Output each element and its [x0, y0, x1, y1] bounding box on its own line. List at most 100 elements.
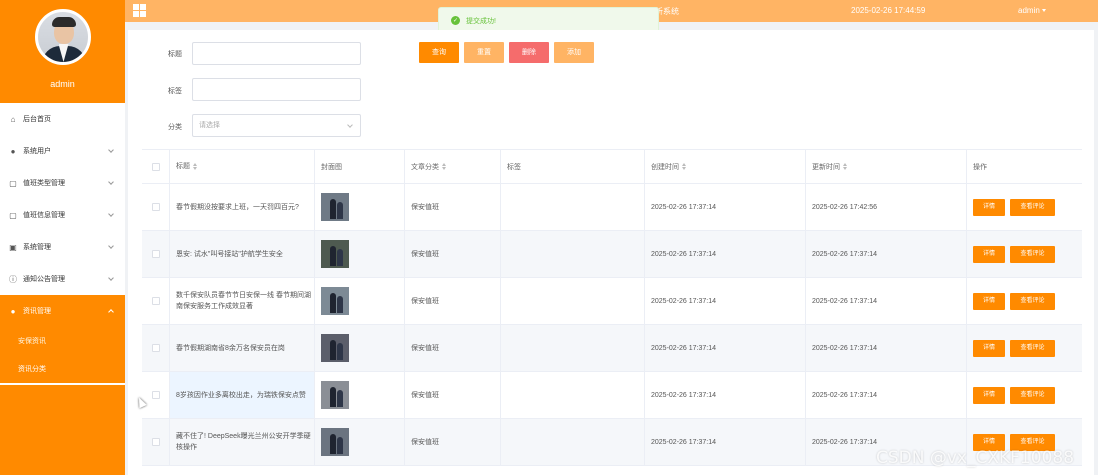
- row-title: 8岁孩因作业多离校出走，为瑞铁保安点赞: [170, 372, 315, 418]
- cover-image[interactable]: [321, 428, 349, 456]
- sidebar-item-system[interactable]: ▣ 系统管理: [0, 231, 125, 263]
- reset-button[interactable]: 重置: [464, 42, 504, 63]
- row-actions: 详情 查看评论: [967, 184, 1082, 230]
- sidebar-item-system-users[interactable]: ● 系统用户: [0, 135, 125, 167]
- cover-image[interactable]: [321, 381, 349, 409]
- row-created-time: 2025-02-26 17:37:14: [645, 372, 806, 418]
- detail-button[interactable]: 详情: [973, 339, 1005, 357]
- grid-menu-icon[interactable]: [133, 4, 146, 17]
- table-row[interactable]: 春节假期没按要求上班，一天罚四百元? 保安值班 2025-02-26 17:37:1…: [142, 184, 1082, 231]
- sidebar-item-home[interactable]: ⌂ 后台首页: [0, 103, 125, 135]
- column-title-text: 更新时间: [812, 163, 840, 171]
- avatar[interactable]: [34, 9, 91, 65]
- row-category: 保安值班: [405, 419, 501, 465]
- row-checkbox[interactable]: [151, 344, 160, 352]
- add-button[interactable]: 添加: [554, 42, 594, 63]
- news-table: 标题 封面图 文章分类 标签 创建时间 更新时间 操作 春节假期没按要求上班，一…: [142, 149, 1082, 466]
- calendar-icon: ▢: [9, 178, 17, 188]
- sidebar-item-label: 资讯管理: [23, 308, 51, 315]
- column-title-text: 标题: [176, 163, 190, 170]
- profile-panel: admin: [0, 9, 125, 109]
- sort-icon[interactable]: [442, 163, 446, 170]
- row-category: 保安值班: [405, 325, 501, 371]
- column-title-text: 封面图: [321, 163, 342, 171]
- row-actions: 详情 查看评论: [967, 325, 1082, 371]
- row-cover-cell: [315, 278, 405, 324]
- title-input[interactable]: [192, 42, 361, 65]
- row-updated-time: 2025-02-26 17:37:14: [806, 325, 967, 371]
- user-name: admin: [1018, 6, 1040, 15]
- row-updated-time: 2025-02-26 17:42:56: [806, 184, 967, 230]
- sort-icon[interactable]: [682, 163, 686, 170]
- view-comments-button[interactable]: 查看评论: [1010, 386, 1055, 404]
- column-header-updated[interactable]: 更新时间: [806, 150, 967, 183]
- sidebar-item-notice[interactable]: ⓘ 通知公告管理: [0, 263, 125, 295]
- column-header-cover: 封面图: [315, 150, 405, 183]
- cover-image[interactable]: [321, 193, 349, 221]
- view-comments-button[interactable]: 查看评论: [1010, 339, 1055, 357]
- row-checkbox[interactable]: [151, 438, 160, 446]
- row-tag: [501, 419, 645, 465]
- select-all-checkbox[interactable]: [151, 162, 160, 171]
- table-row[interactable]: 数千保安队员春节节日安保一线 春节期间湖南保安服务工作成效显著 保安值班 2025-…: [142, 278, 1082, 325]
- column-title-text: 文章分类: [411, 163, 439, 171]
- row-created-time: 2025-02-26 17:37:14: [645, 278, 806, 324]
- cover-image[interactable]: [321, 334, 349, 362]
- row-actions: 详情 查看评论: [967, 231, 1082, 277]
- view-comments-button[interactable]: 查看评论: [1010, 245, 1055, 263]
- select-all-cell: [142, 150, 170, 183]
- detail-button[interactable]: 详情: [973, 245, 1005, 263]
- row-tag: [501, 372, 645, 418]
- row-actions: 详情 查看评论: [967, 372, 1082, 418]
- cover-image[interactable]: [321, 240, 349, 268]
- chevron-down-icon: [108, 211, 114, 217]
- sort-icon[interactable]: [843, 163, 847, 170]
- sort-icon[interactable]: [193, 163, 197, 170]
- sidebar-item-duty-info[interactable]: ▢ 值班信息管理: [0, 199, 125, 231]
- row-tag: [501, 231, 645, 277]
- sidebar-item-duty-type[interactable]: ▢ 值班类型管理: [0, 167, 125, 199]
- detail-button[interactable]: 详情: [973, 292, 1005, 310]
- table-row[interactable]: 8岁孩因作业多离校出走，为瑞铁保安点赞 保安值班 2025-02-26 17:37:…: [142, 372, 1082, 419]
- view-comments-button[interactable]: 查看评论: [1010, 198, 1055, 216]
- table-row[interactable]: 恩安: 试水"叫号接站"护航学生安全 保安值班 2025-02-26 17:37:1…: [142, 231, 1082, 278]
- row-select-cell: [142, 278, 170, 324]
- sidebar-subitem-news-category[interactable]: 资讯分类: [0, 355, 125, 383]
- sidebar-item-label: 通知公告管理: [23, 276, 65, 283]
- category-placeholder: 请选择: [199, 122, 220, 129]
- caret-down-icon: [1041, 9, 1046, 13]
- chevron-down-icon: [108, 275, 114, 281]
- column-header-category[interactable]: 文章分类: [405, 150, 501, 183]
- detail-button[interactable]: 详情: [973, 386, 1005, 404]
- sidebar-item-label: 后台首页: [23, 116, 51, 123]
- row-cover-cell: [315, 419, 405, 465]
- table-row[interactable]: 春节假期湖南省8余万名保安员在岗 保安值班 2025-02-26 17:37:14 2…: [142, 325, 1082, 372]
- column-header-created[interactable]: 创建时间: [645, 150, 806, 183]
- row-title: 春节假期湖南省8余万名保安员在岗: [170, 325, 315, 371]
- row-checkbox[interactable]: [151, 250, 160, 258]
- row-cover-cell: [315, 184, 405, 230]
- row-checkbox[interactable]: [151, 297, 160, 305]
- search-button[interactable]: 查询: [419, 42, 459, 63]
- row-select-cell: [142, 325, 170, 371]
- detail-button[interactable]: 详情: [973, 198, 1005, 216]
- cover-image[interactable]: [321, 287, 349, 315]
- sidebar-subitem-security-news[interactable]: 安保资讯: [0, 327, 125, 355]
- user-icon: ●: [10, 146, 16, 156]
- tag-input[interactable]: [192, 78, 361, 101]
- sidebar-item-news[interactable]: ● 资讯管理: [0, 295, 125, 327]
- row-checkbox[interactable]: [151, 203, 160, 211]
- row-category: 保安值班: [405, 372, 501, 418]
- row-select-cell: [142, 372, 170, 418]
- table-body: 春节假期没按要求上班，一天罚四百元? 保安值班 2025-02-26 17:37:1…: [142, 184, 1082, 466]
- row-checkbox[interactable]: [151, 391, 160, 399]
- column-header-tag: 标签: [501, 150, 645, 183]
- image-icon: ▣: [9, 242, 17, 252]
- view-comments-button[interactable]: 查看评论: [1010, 292, 1055, 310]
- row-cover-cell: [315, 372, 405, 418]
- user-dropdown[interactable]: admin: [1018, 6, 1046, 15]
- category-select[interactable]: 请选择: [192, 114, 361, 137]
- delete-button[interactable]: 删除: [509, 42, 549, 63]
- row-title: 藏不住了! DeepSeek曝光兰州公安开学季硬核操作: [170, 419, 315, 465]
- column-header-title[interactable]: 标题: [170, 150, 315, 183]
